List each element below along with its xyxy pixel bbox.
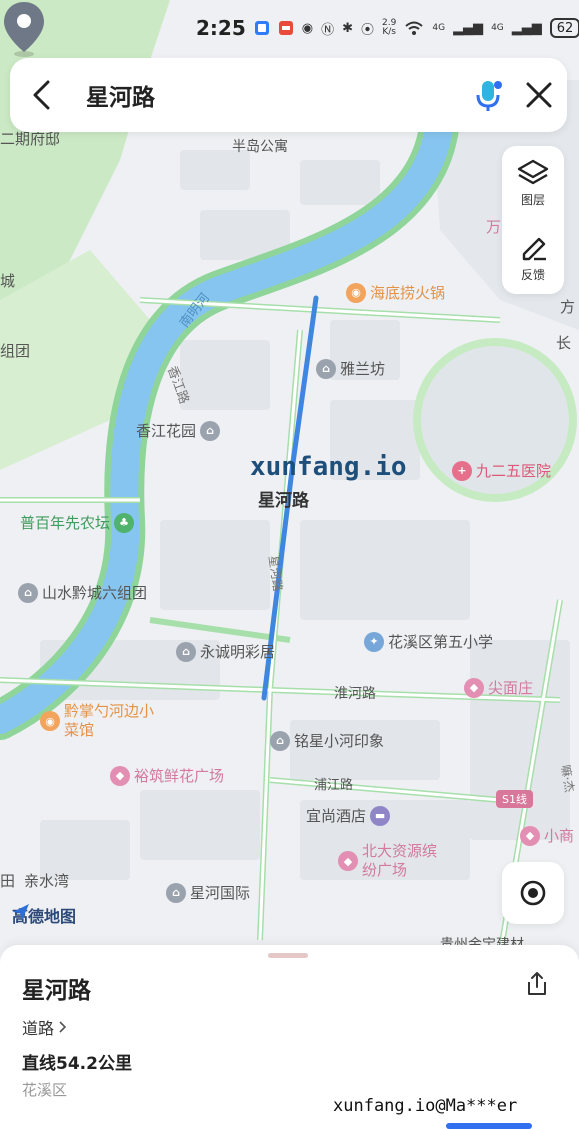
- app-notification-red-icon: [278, 20, 294, 36]
- sheet-grip-handle[interactable]: [268, 953, 308, 958]
- residence-icon: ⌂: [316, 358, 336, 379]
- signal-bars-icon: ▂▄▆: [453, 20, 484, 36]
- restaurant-icon: ◉: [346, 282, 366, 303]
- residence-icon: ⌂: [166, 882, 186, 903]
- app-notification-icon: [254, 20, 270, 36]
- poi-yishang-hotel[interactable]: ▬ 宜尚酒店: [306, 805, 391, 826]
- map-label-bandao: 半岛公寓: [232, 139, 288, 155]
- residence-icon: ⌂: [18, 582, 38, 603]
- locate-me-button[interactable]: [502, 862, 564, 924]
- poi-mingxing[interactable]: ⌂ 铭星小河印象: [270, 730, 384, 751]
- poi-xiangjiang-garden[interactable]: ⌂ 香江花园: [136, 420, 221, 441]
- map-tools-panel: 图层 反馈: [502, 146, 564, 294]
- poi-xiannongtan[interactable]: ♣ 普百年先农坛: [20, 512, 135, 533]
- nfc-icon: Ⓝ: [321, 22, 335, 38]
- poi-xiaoshang[interactable]: ◆ 小商: [520, 825, 574, 846]
- chevron-right-icon: [59, 1021, 67, 1033]
- chevron-left-icon: [33, 80, 50, 110]
- search-bar[interactable]: 星河路: [10, 58, 567, 132]
- amap-arrow-icon: [13, 904, 29, 920]
- map-label-edge-3: 田: [0, 872, 16, 890]
- residence-icon: ⌂: [200, 420, 221, 441]
- back-button[interactable]: [10, 58, 74, 132]
- poi-peking-plaza[interactable]: ◆ 北大资源缤纷广场: [338, 842, 448, 880]
- voice-search-button[interactable]: [465, 58, 511, 132]
- poi-haidilao[interactable]: ◉ 海底捞火锅: [346, 282, 445, 303]
- map-label-wan: 万: [486, 218, 502, 236]
- layers-label: 图层: [520, 192, 545, 207]
- close-icon: [526, 82, 552, 108]
- wifi-icon: [404, 20, 424, 36]
- network-speed: 2.9 K/s: [382, 18, 397, 37]
- map-label-edge-1: 城: [0, 272, 16, 290]
- residence-icon: ⌂: [176, 641, 196, 662]
- place-name: 星河路: [22, 978, 91, 1004]
- place-type: 道路: [22, 1019, 55, 1038]
- place-type-link[interactable]: 道路: [22, 1015, 67, 1039]
- shop-icon: ◆: [338, 851, 358, 871]
- shop-icon: ◆: [110, 765, 130, 786]
- share-button[interactable]: [522, 969, 552, 999]
- watermark-bottom: xunfang.io@Ma***er: [333, 1096, 518, 1116]
- poi-riverside-restaurant[interactable]: ◉ 黔掌勺河边小菜馆: [40, 702, 160, 740]
- target-icon: [520, 880, 546, 906]
- poi-school-5[interactable]: ✦ 花溪区第五小学: [364, 631, 493, 652]
- signal-1-icon: 4G: [432, 23, 446, 33]
- amap-logo: 高德地图: [12, 903, 76, 927]
- battery-level: 62: [549, 18, 579, 38]
- share-icon: [528, 972, 546, 995]
- poi-jianmianzhuang[interactable]: ◆ 尖面庄: [464, 677, 533, 698]
- metro-badge: S1线: [496, 790, 533, 808]
- place-district: 花溪区: [22, 1081, 68, 1099]
- feedback-button[interactable]: 反馈: [502, 220, 564, 294]
- residence-icon: ⌂: [270, 730, 290, 751]
- poi-qinshuiwan[interactable]: 亲水湾: [20, 870, 69, 891]
- search-query[interactable]: 星河路: [74, 78, 465, 112]
- signal-bars-2-icon: ▂▄▆: [511, 20, 542, 36]
- hospital-icon: +: [452, 460, 472, 481]
- signal-2-icon: 4G: [491, 23, 504, 33]
- map-label-pujiang-road: 浦江路: [314, 778, 354, 793]
- shop-icon: ◆: [464, 677, 484, 698]
- feedback-label: 反馈: [520, 267, 545, 282]
- microphone-icon: [476, 81, 502, 111]
- bluetooth-icon: ✱: [342, 20, 354, 36]
- poi-xinghe-international[interactable]: ⌂ 星河国际: [166, 882, 250, 903]
- status-bar: 2:25 ◉ Ⓝ ✱ ⦿ 2.9 K/s 4G ▂▄▆ 4G ▂▄▆ 62 ϟ: [0, 0, 579, 56]
- school-icon: ✦: [364, 631, 384, 652]
- eye-icon: ◉: [301, 20, 314, 36]
- watermark-center: xunfang.io: [250, 452, 407, 482]
- poi-flower-plaza[interactable]: ◆ 裕筑鲜花广场: [110, 765, 224, 786]
- place-distance: 直线54.2公里: [22, 1054, 132, 1074]
- map-label-fang: 方: [560, 298, 576, 316]
- map-label-chang: 长: [556, 334, 572, 352]
- pin-label: 星河路: [258, 491, 309, 511]
- layers-button[interactable]: 图层: [502, 146, 564, 220]
- poi-hospital-925[interactable]: + 九二五医院: [452, 460, 551, 481]
- pencil-icon: [522, 237, 546, 260]
- layers-icon: [517, 159, 549, 184]
- poi-yongcheng[interactable]: ⌂ 永诚明彩居: [176, 641, 275, 662]
- status-time: 2:25: [196, 16, 246, 40]
- shop-icon: ◆: [520, 825, 540, 846]
- park-icon: ♣: [114, 512, 135, 533]
- poi-yalanfang[interactable]: ⌂ 雅兰坊: [316, 358, 385, 379]
- hotel-icon: ▬: [370, 805, 391, 826]
- map-label-huaihe-road: 淮河路: [334, 686, 376, 702]
- poi-shanshui[interactable]: ⌂ 山水黔城六组团: [18, 582, 147, 603]
- bottom-action-bar[interactable]: [446, 1123, 532, 1129]
- map-label-edge-2: 组团: [0, 342, 31, 360]
- close-button[interactable]: [511, 58, 567, 132]
- restaurant-icon: ◉: [40, 711, 60, 731]
- location-icon: ⦿: [361, 22, 375, 38]
